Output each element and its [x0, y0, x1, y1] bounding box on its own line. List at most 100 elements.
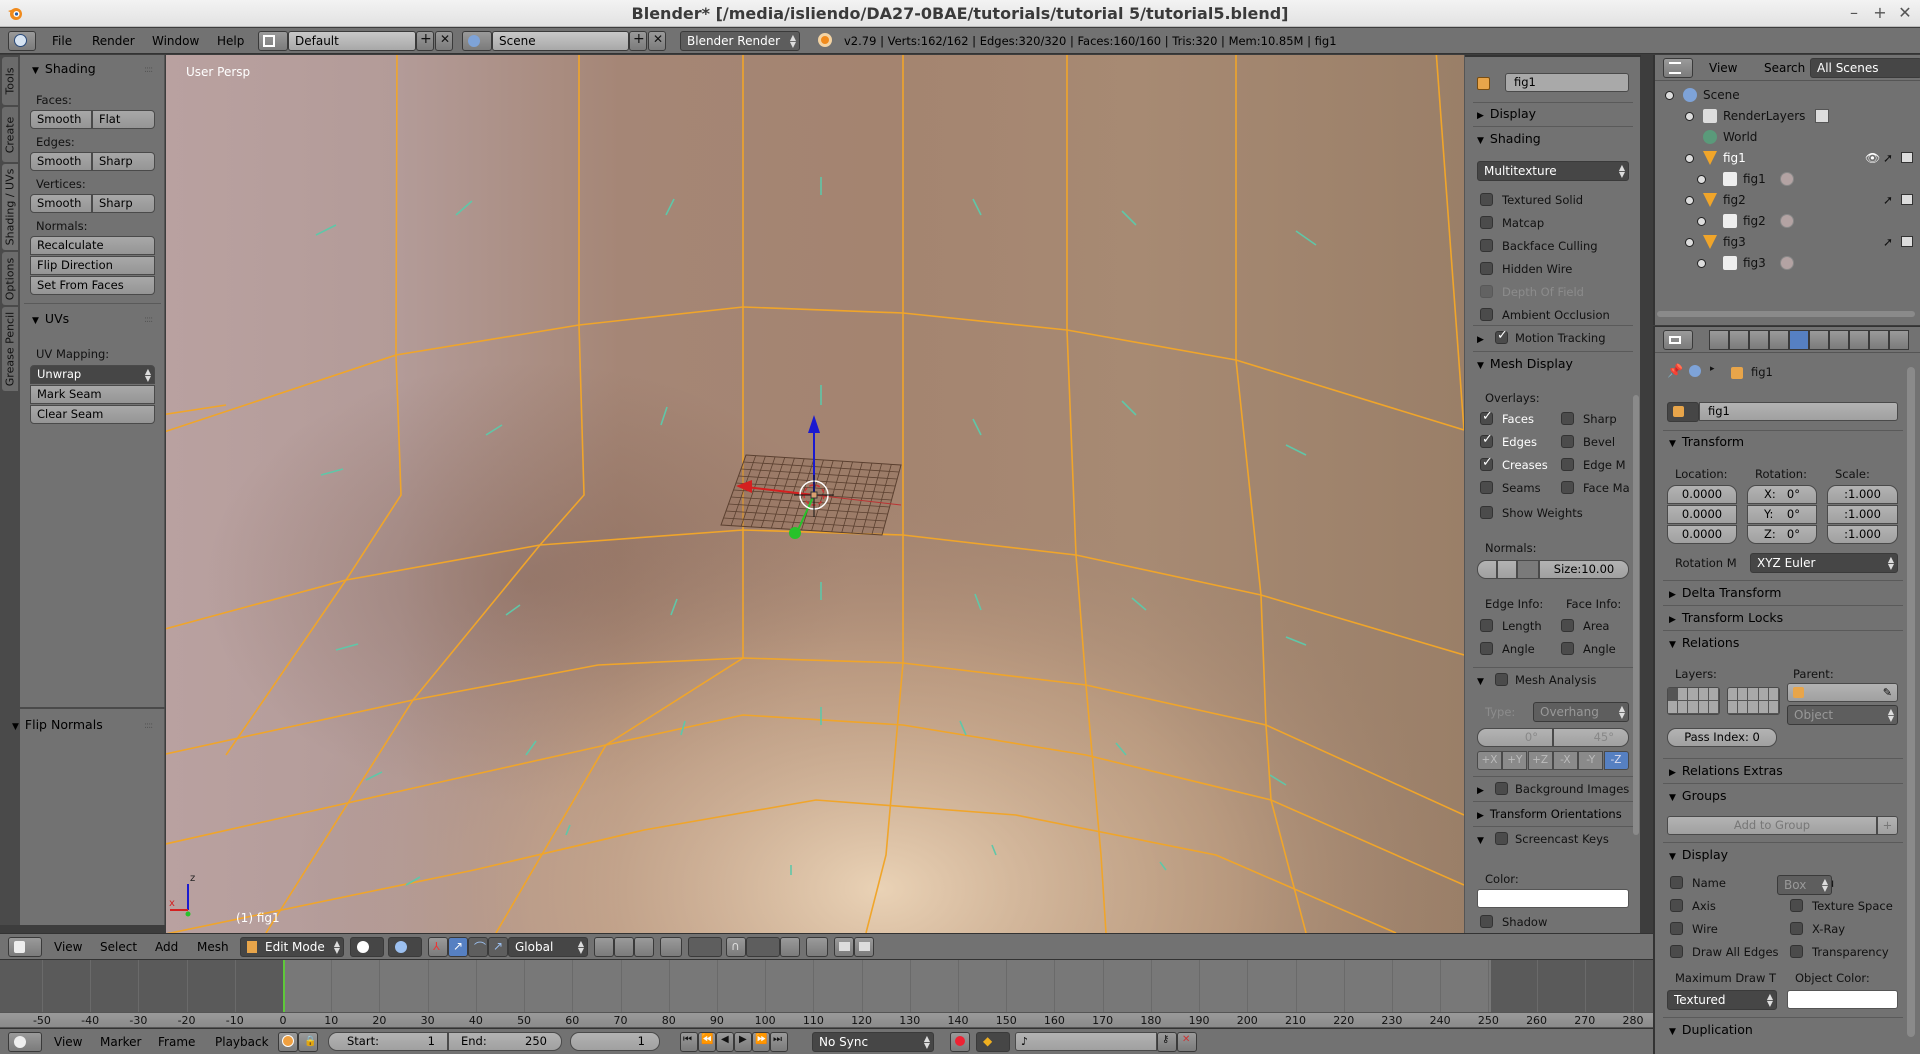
display-option-checkbox[interactable] — [1790, 922, 1803, 935]
lock-frame-selection-toggle[interactable]: 🔒 — [298, 1032, 318, 1052]
selectability-cursor-icon[interactable]: ➚ — [1883, 190, 1893, 210]
shading-option-checkbox[interactable] — [1480, 239, 1493, 252]
layer-toggle[interactable] — [1678, 688, 1689, 701]
tab-object-properties[interactable] — [1789, 330, 1809, 350]
pin-icon[interactable]: 📌 — [1667, 364, 1683, 379]
overlay-checkbox[interactable] — [1561, 481, 1574, 494]
mesh-display-header[interactable]: ▼ Mesh Display — [1477, 356, 1573, 371]
layer-toggle[interactable] — [1748, 701, 1759, 714]
overhang-axis-button[interactable]: +Z — [1527, 751, 1553, 770]
display-option-checkbox[interactable] — [1670, 922, 1683, 935]
properties-scrollbar[interactable] — [1907, 367, 1915, 1037]
set-from-faces-button[interactable]: Set From Faces — [30, 276, 155, 295]
overlay-checkbox[interactable] — [1561, 458, 1574, 471]
proportional-editing-dropdown[interactable] — [688, 937, 722, 957]
tab-material-properties[interactable] — [1869, 330, 1889, 350]
display-option-checkbox[interactable] — [1670, 899, 1683, 912]
expand-toggle-icon[interactable] — [1685, 112, 1694, 121]
normals-size-field[interactable]: Size:10.00 — [1539, 560, 1629, 579]
manipulator-toggle[interactable]: ⅄ — [428, 937, 448, 957]
layer-toggle[interactable] — [1738, 701, 1749, 714]
layer-toggle[interactable] — [1708, 688, 1719, 701]
outliner-row[interactable]: fig2 — [1655, 211, 1920, 231]
layer-toggle[interactable] — [1758, 688, 1769, 701]
scene-field[interactable]: Scene — [492, 31, 629, 51]
layer-toggle[interactable] — [1768, 701, 1779, 714]
limit-selection-button[interactable] — [660, 937, 682, 957]
analysis-type-dropdown[interactable]: Overhang ▲ ▼ — [1533, 702, 1629, 722]
timeline-menu-view[interactable]: View — [54, 1035, 82, 1049]
tab-render-layers-properties[interactable] — [1729, 330, 1749, 350]
mesh-analysis-checkbox[interactable] — [1495, 673, 1508, 686]
outliner-row[interactable]: fig1 — [1655, 169, 1920, 189]
mark-seam-button[interactable]: Mark Seam — [30, 385, 155, 404]
face-select-mode[interactable] — [634, 937, 654, 957]
overhang-axis-button[interactable]: +Y — [1502, 751, 1528, 770]
clear-seam-button[interactable]: Clear Seam — [30, 405, 155, 424]
start-frame-field[interactable]: Start: 1 — [328, 1032, 448, 1051]
tab-options[interactable]: Options — [2, 252, 18, 305]
jump-to-keyframe-back-button[interactable]: ⏪ — [698, 1032, 716, 1052]
background-images-header[interactable]: ▶ — [1477, 781, 1490, 796]
remove-scene-button[interactable]: ✕ — [648, 31, 666, 51]
layer-toggle[interactable] — [1728, 688, 1739, 701]
edges-sharp-button[interactable]: Sharp — [92, 152, 155, 171]
pass-index-field[interactable]: Pass Index: 0 — [1667, 728, 1777, 747]
parent-field[interactable]: ✎ — [1787, 683, 1898, 702]
render-engine-dropdown[interactable]: Blender Render ▲ ▼ — [680, 31, 800, 51]
face-normals-toggle[interactable] — [1517, 560, 1539, 579]
editor-type-timeline-button[interactable] — [8, 1032, 42, 1052]
timeline-menu-marker[interactable]: Marker — [100, 1035, 141, 1049]
expand-toggle-icon[interactable] — [1697, 259, 1706, 268]
play-button[interactable]: ▶ — [734, 1032, 752, 1052]
minimize-button[interactable]: – — [1844, 3, 1864, 22]
rotation-mode-dropdown[interactable]: XYZ Euler ▲ ▼ — [1750, 553, 1898, 573]
jump-to-keyframe-forward-button[interactable]: ⏩ — [752, 1032, 770, 1052]
play-reverse-button[interactable]: ◀ — [716, 1032, 734, 1052]
layer-toggle[interactable] — [1708, 701, 1719, 714]
tab-grease-pencil[interactable]: Grease Pencil — [2, 307, 18, 391]
tab-tools[interactable]: Tools — [2, 57, 18, 105]
display-option-checkbox[interactable] — [1790, 899, 1803, 912]
scale-field[interactable]: :1.000 — [1827, 505, 1898, 524]
menu-help[interactable]: Help — [217, 34, 244, 48]
expand-toggle-icon[interactable] — [1665, 91, 1674, 100]
display-panel-header[interactable]: ▶ Display — [1477, 106, 1536, 121]
delete-keyframe-button[interactable]: ✕ — [1177, 1032, 1197, 1052]
current-frame-cursor[interactable] — [283, 960, 285, 1012]
edge-select-mode[interactable] — [614, 937, 634, 957]
layer-toggle[interactable] — [1698, 701, 1709, 714]
vertices-smooth-button[interactable]: Smooth — [30, 194, 92, 213]
snap-toggle[interactable]: ∩ — [726, 937, 746, 957]
screencast-keys-checkbox[interactable] — [1495, 832, 1508, 845]
analysis-min-field[interactable]: 0° — [1477, 728, 1553, 747]
editor-type-outliner-button[interactable] — [1663, 58, 1693, 78]
rotation-field[interactable]: Y: 0° — [1747, 505, 1817, 524]
edge-angle-checkbox[interactable] — [1480, 642, 1493, 655]
keying-set-field[interactable]: ♪ — [1015, 1032, 1157, 1051]
auto-keying-button[interactable] — [950, 1032, 970, 1052]
preview-range-toggle[interactable] — [278, 1032, 298, 1052]
layer-toggle[interactable] — [1668, 701, 1679, 714]
overlay-checkbox[interactable] — [1480, 432, 1493, 448]
view3d-menu-view[interactable]: View — [54, 940, 82, 954]
vertices-sharp-button[interactable]: Sharp — [92, 194, 155, 213]
motion-tracking-checkbox[interactable] — [1495, 328, 1508, 344]
snap-target-button[interactable] — [780, 937, 800, 957]
rotation-field[interactable]: Z: 0° — [1747, 525, 1817, 544]
selectability-cursor-icon[interactable]: ➚ — [1883, 148, 1893, 168]
layout-field[interactable]: Default — [288, 31, 416, 51]
keying-mode-dropdown[interactable]: ◆ — [976, 1032, 1010, 1052]
overlay-checkbox[interactable] — [1561, 435, 1574, 448]
rotate-manipulator-button[interactable]: ⌒ — [468, 937, 488, 957]
add-layout-button[interactable]: + — [416, 31, 434, 51]
timeline-menu-frame[interactable]: Frame — [158, 1035, 195, 1049]
scale-field[interactable]: :1.000 — [1827, 485, 1898, 504]
faces-smooth-button[interactable]: Smooth — [30, 110, 92, 129]
outliner-menu-view[interactable]: View — [1709, 61, 1737, 75]
maximize-button[interactable]: + — [1870, 3, 1890, 22]
edge-length-checkbox[interactable] — [1480, 619, 1493, 632]
expand-toggle-icon[interactable] — [1685, 238, 1694, 247]
view3d-menu-add[interactable]: Add — [155, 940, 178, 954]
view3d-menu-mesh[interactable]: Mesh — [197, 940, 229, 954]
